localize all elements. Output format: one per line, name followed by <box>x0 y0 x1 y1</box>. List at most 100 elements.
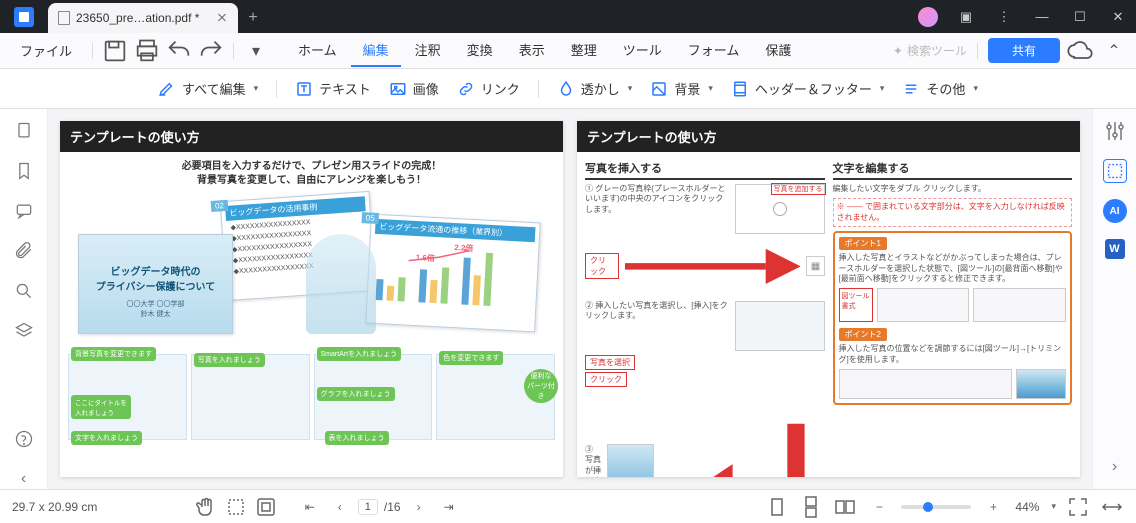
page-total: /16 <box>384 500 401 514</box>
page2-title: テンプレートの使い方 <box>577 121 1080 152</box>
file-menu[interactable]: ファイル <box>8 41 84 60</box>
first-page-icon[interactable]: ⇤ <box>298 495 322 519</box>
zoom-out-icon[interactable]: − <box>867 495 891 519</box>
new-tab-button[interactable]: + <box>238 3 268 33</box>
pdf-page-1: テンプレートの使い方 必要項目を入力するだけで、プレゼン用スライドの完成！ 背景… <box>60 121 563 477</box>
panel-toggle-icon[interactable]: ▣ <box>948 0 984 33</box>
image-button[interactable]: 画像 <box>389 79 439 98</box>
more-icon[interactable]: ⋮ <box>986 0 1022 33</box>
quick-tools-dropdown-icon[interactable]: ▾ <box>242 37 270 65</box>
list-icon <box>902 80 920 98</box>
tab-title: 23650_pre…ation.pdf * <box>76 11 199 25</box>
menu-tools[interactable]: ツール <box>611 34 674 67</box>
menu-edit[interactable]: 編集 <box>351 34 401 67</box>
tab-strip: 23650_pre…ation.pdf * + <box>48 0 268 33</box>
close-tab-icon[interactable] <box>216 12 228 24</box>
comments-icon[interactable] <box>14 201 34 221</box>
chevron-down-icon: ▾ <box>973 83 978 94</box>
share-button[interactable]: 共有 <box>988 38 1060 63</box>
header-footer-icon <box>731 80 749 98</box>
document-canvas[interactable]: テンプレートの使い方 必要項目を入力するだけで、プレゼン用スライドの完成！ 背景… <box>48 109 1092 489</box>
settings-icon[interactable] <box>1103 119 1127 143</box>
collapse-ribbon-icon[interactable]: ⌃ <box>1100 37 1128 65</box>
prev-page-nav-icon[interactable]: ‹ <box>328 495 352 519</box>
slide-thumb-3: 05 ビッグデータ流通の推移（業界別） 1.6倍 2.2倍 <box>365 214 541 333</box>
badge-parts: 便利な パーツ付き <box>524 369 558 403</box>
text-button[interactable]: テキスト <box>295 79 371 98</box>
facing-page-icon[interactable] <box>833 495 857 519</box>
page-current[interactable]: 1 <box>365 501 371 513</box>
thumbnails-icon[interactable] <box>14 121 34 141</box>
single-page-icon[interactable] <box>765 495 789 519</box>
last-page-icon[interactable]: ⇥ <box>437 495 461 519</box>
search-placeholder: 検索ツール <box>907 42 967 59</box>
next-page-icon[interactable]: › <box>1103 455 1127 479</box>
next-page-nav-icon[interactable]: › <box>407 495 431 519</box>
fit-page-icon[interactable] <box>1066 495 1090 519</box>
hand-tool-icon[interactable] <box>194 495 218 519</box>
layers-icon[interactable] <box>14 321 34 341</box>
document-tab[interactable]: 23650_pre…ation.pdf * <box>48 3 238 33</box>
zoom-in-icon[interactable]: + <box>981 495 1005 519</box>
read-mode-icon[interactable] <box>254 495 278 519</box>
left-sidebar: ‹ <box>0 109 48 489</box>
cloud-icon[interactable] <box>1066 37 1094 65</box>
document-icon <box>58 11 70 25</box>
other-button[interactable]: その他▾ <box>902 79 978 98</box>
image-icon <box>389 80 407 98</box>
page1-title: テンプレートの使い方 <box>60 121 563 152</box>
attachments-icon[interactable] <box>14 241 34 261</box>
menu-home[interactable]: ホーム <box>286 34 349 67</box>
watermark-button[interactable]: 透かし▾ <box>557 79 633 98</box>
chevron-down-icon: ▾ <box>628 83 633 94</box>
bottle-shape <box>306 234 376 334</box>
droplet-icon <box>557 80 575 98</box>
main-area: ‹ テンプレートの使い方 必要項目を入力するだけで、プレゼン用スライドの完成！ … <box>0 109 1136 489</box>
minimize-button[interactable]: — <box>1024 0 1060 33</box>
chevron-down-icon: ▾ <box>708 83 713 94</box>
avatar-button[interactable] <box>910 0 946 33</box>
link-button[interactable]: リンク <box>457 79 520 98</box>
search-tools[interactable]: ✦ 検索ツール <box>893 42 967 59</box>
menu-organize[interactable]: 整理 <box>559 34 609 67</box>
app-logo[interactable] <box>0 0 48 33</box>
ai-assistant-icon[interactable]: AI <box>1103 199 1127 223</box>
menu-form[interactable]: フォーム <box>676 34 752 67</box>
thumb-b: 写真を入れましょう <box>191 354 310 440</box>
background-button[interactable]: 背景▾ <box>650 79 713 98</box>
menu-protect[interactable]: 保護 <box>753 34 803 67</box>
menubar: ファイル ▾ ホーム 編集 注釈 変換 表示 整理 ツール フォーム 保護 ✦ … <box>0 33 1136 69</box>
page1-lead1: 必要項目を入力するだけで、プレゼン用スライドの完成！ <box>68 160 555 174</box>
menu-comment[interactable]: 注釈 <box>403 34 453 67</box>
menu-view[interactable]: 表示 <box>507 34 557 67</box>
slide-thumb-1: ビッグデータ時代の プライバシー保護について 〇〇大学 〇〇学部 鈴木 健太 <box>78 234 233 334</box>
save-icon[interactable] <box>101 37 129 65</box>
redo-icon[interactable] <box>197 37 225 65</box>
word-export-icon[interactable]: W <box>1105 239 1125 259</box>
chevron-down-icon: ▾ <box>254 83 259 94</box>
page-dimensions: 29.7 x 20.99 cm <box>12 500 97 514</box>
text-icon <box>295 80 313 98</box>
undo-icon[interactable] <box>165 37 193 65</box>
maximize-button[interactable]: ☐ <box>1062 0 1098 33</box>
edit-all-button[interactable]: すべて編集▾ <box>158 79 258 98</box>
link-icon <box>457 80 475 98</box>
close-window-button[interactable]: ✕ <box>1100 0 1136 33</box>
prev-page-icon[interactable]: ‹ <box>14 469 34 489</box>
print-icon[interactable] <box>133 37 161 65</box>
search-icon[interactable] <box>14 281 34 301</box>
pen-icon <box>158 80 176 98</box>
zoom-value[interactable]: 44% <box>1015 500 1039 514</box>
fit-width-icon[interactable] <box>1100 495 1124 519</box>
thumb-c: SmartArtを入れましょう グラフを入れましょう 表を入れましょう <box>314 354 433 440</box>
header-footer-button[interactable]: ヘッダー＆フッター▾ <box>731 79 885 98</box>
select-tool-icon[interactable] <box>1103 159 1127 183</box>
help-icon[interactable] <box>14 429 34 449</box>
menu-convert[interactable]: 変換 <box>455 34 505 67</box>
ribbon: すべて編集▾ テキスト 画像 リンク 透かし▾ 背景▾ ヘッダー＆フッター▾ そ… <box>0 69 1136 109</box>
select-tool-status-icon[interactable] <box>224 495 248 519</box>
bookmarks-icon[interactable] <box>14 161 34 181</box>
continuous-page-icon[interactable] <box>799 495 823 519</box>
chevron-down-icon[interactable]: ▾ <box>1051 501 1056 512</box>
zoom-slider[interactable] <box>901 505 971 509</box>
